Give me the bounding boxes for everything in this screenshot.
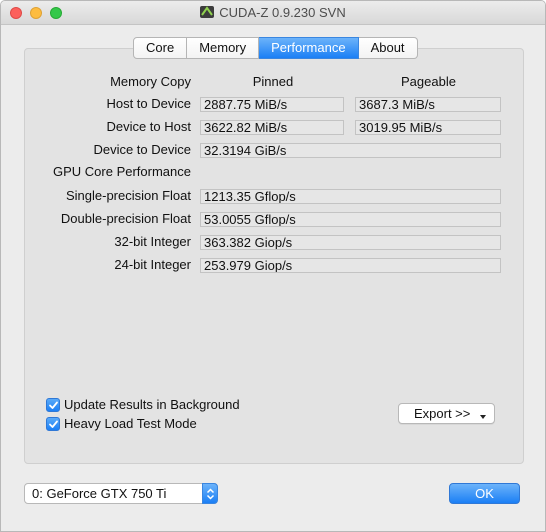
24-bit-integer-value: 253.979 Giop/s [200, 258, 501, 273]
device-to-device-label: Device to Device [93, 142, 191, 157]
ok-button[interactable]: OK [449, 483, 520, 504]
pinned-header: Pinned [252, 74, 294, 89]
tab-about[interactable]: About [358, 37, 418, 59]
window-title: CUDA-Z 0.9.230 SVN [219, 5, 346, 20]
cuda-z-window: CUDA-Z 0.9.230 SVN Core Memory Performan… [0, 0, 546, 532]
heavy-load-checkbox[interactable] [46, 417, 60, 431]
device-to-host-pageable-value: 3019.95 MiB/s [355, 120, 501, 135]
export-button[interactable]: Export >> [398, 403, 495, 424]
update-background-label[interactable]: Update Results in Background [64, 397, 240, 412]
host-to-device-pinned-value: 2887.75 MiB/s [200, 97, 344, 112]
double-precision-float-value: 53.0055 Gflop/s [200, 212, 501, 227]
heavy-load-label[interactable]: Heavy Load Test Mode [64, 416, 197, 431]
pageable-header: Pageable [401, 74, 456, 89]
device-select-value: 0: GeForce GTX 750 Ti [32, 486, 167, 501]
device-to-host-label: Device to Host [106, 119, 191, 134]
title-bar[interactable]: CUDA-Z 0.9.230 SVN [1, 1, 545, 25]
dropdown-arrow-icon [480, 415, 486, 419]
host-to-device-label: Host to Device [106, 96, 191, 111]
update-background-checkbox[interactable] [46, 398, 60, 412]
tab-core[interactable]: Core [133, 37, 188, 59]
memory-copy-label: Memory Copy [110, 74, 191, 89]
single-precision-float-value: 1213.35 Gflop/s [200, 189, 501, 204]
double-precision-float-label: Double-precision Float [60, 211, 191, 226]
tab-performance[interactable]: Performance [259, 37, 359, 59]
32-bit-integer-value: 363.382 Giop/s [200, 235, 501, 250]
checkmark-icon [49, 420, 58, 428]
tab-memory[interactable]: Memory [187, 37, 260, 59]
host-to-device-pageable-value: 3687.3 MiB/s [355, 97, 501, 112]
cuda-z-app-icon [200, 6, 215, 18]
gpu-core-performance-label: GPU Core Performance [53, 164, 191, 179]
32-bit-integer-label: 32-bit Integer [114, 234, 191, 249]
tab-bar: Core Memory Performance About [133, 37, 418, 59]
single-precision-float-label: Single-precision Float [65, 188, 191, 203]
device-to-device-value: 32.3194 GiB/s [200, 143, 501, 158]
export-button-label: Export >> [414, 406, 471, 421]
device-to-host-pinned-value: 3622.82 MiB/s [200, 120, 344, 135]
24-bit-integer-label: 24-bit Integer [114, 257, 191, 272]
checkmark-icon [49, 401, 58, 409]
device-select[interactable]: 0: GeForce GTX 750 Ti [24, 483, 218, 504]
window-title-area: CUDA-Z 0.9.230 SVN [1, 5, 545, 20]
select-stepper-icon [202, 483, 218, 504]
